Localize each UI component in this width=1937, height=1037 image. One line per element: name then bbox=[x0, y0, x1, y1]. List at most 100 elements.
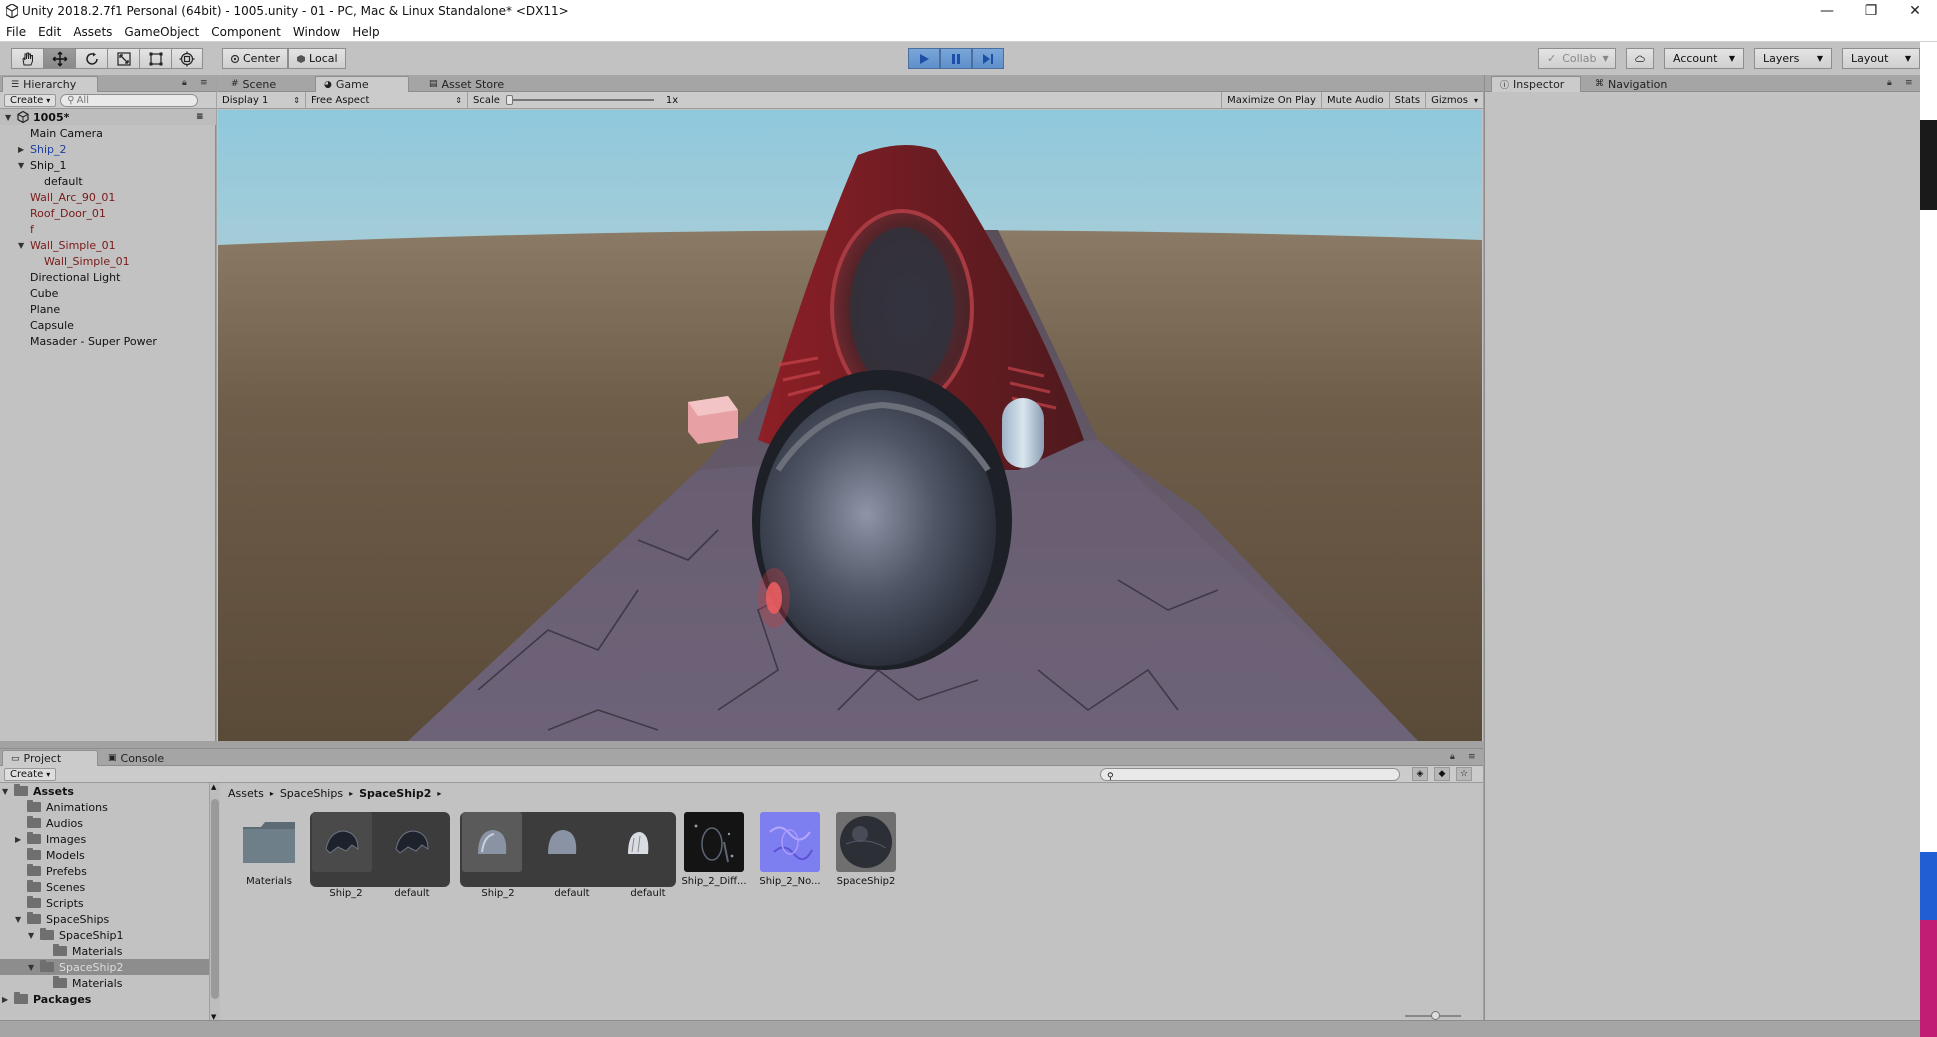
folder-tree-scrollbar[interactable]: ▲ ▼ bbox=[209, 783, 220, 1021]
folder-tree-item[interactable]: ▼ SpaceShip1 bbox=[0, 927, 209, 943]
asset-zoom-slider[interactable] bbox=[1405, 1011, 1461, 1020]
filter-by-label-icon[interactable]: ◆ bbox=[1434, 767, 1450, 781]
menu-gameobject[interactable]: GameObject bbox=[118, 25, 205, 39]
folder-tree-item[interactable]: Scenes bbox=[0, 879, 209, 895]
menu-component[interactable]: Component bbox=[205, 25, 287, 39]
filter-by-type-icon[interactable]: ◈ bbox=[1412, 767, 1428, 781]
menu-window[interactable]: Window bbox=[287, 25, 346, 39]
hierarchy-search-input[interactable]: ⚲ All bbox=[60, 93, 199, 107]
tab-scene[interactable]: # Scene bbox=[223, 76, 284, 92]
scale-slider-knob[interactable] bbox=[505, 95, 513, 105]
asset-item[interactable]: Ship_2_Diff... bbox=[676, 812, 752, 887]
panel-menu-icon[interactable]: ≡ bbox=[200, 78, 208, 88]
asset-item[interactable] bbox=[460, 812, 524, 887]
hierarchy-item[interactable]: Wall_Simple_01 bbox=[0, 253, 216, 269]
menu-edit[interactable]: Edit bbox=[32, 25, 67, 39]
tab-asset-store[interactable]: ▤ Asset Store bbox=[421, 76, 512, 92]
expand-arrow-icon[interactable]: ▼ bbox=[28, 963, 34, 972]
collab-dropdown[interactable]: ✓ Collab ▼ bbox=[1538, 48, 1616, 69]
tab-project[interactable]: ▭ Project bbox=[2, 750, 98, 766]
hierarchy-item[interactable]: Capsule bbox=[0, 317, 216, 333]
hierarchy-item[interactable]: Plane bbox=[0, 301, 216, 317]
asset-item[interactable]: Ship_2_No... bbox=[752, 812, 828, 887]
hierarchy-item[interactable]: Main Camera bbox=[0, 125, 216, 141]
account-dropdown[interactable]: Account ▼ bbox=[1664, 48, 1744, 69]
expand-arrow-icon[interactable]: ▼ bbox=[18, 161, 24, 170]
lock-icon[interactable]: 🔒︎ bbox=[1450, 752, 1455, 762]
project-search-input[interactable]: ⚲ bbox=[1100, 768, 1400, 782]
hierarchy-item[interactable]: Cube bbox=[0, 285, 216, 301]
panel-menu-icon[interactable]: ≡ bbox=[1905, 78, 1913, 88]
game-viewport[interactable] bbox=[218, 110, 1482, 741]
hierarchy-create-dropdown[interactable]: Create ▾ bbox=[4, 93, 57, 107]
tab-console[interactable]: ▣ Console bbox=[100, 750, 172, 766]
cloud-button[interactable] bbox=[1626, 48, 1654, 69]
scene-row[interactable]: ▼ 1005* ≡ bbox=[0, 109, 216, 125]
expand-arrow-icon[interactable]: ▼ bbox=[2, 787, 8, 796]
tab-navigation[interactable]: ⌘ Navigation bbox=[1587, 76, 1675, 92]
restore-button[interactable]: ❐ bbox=[1849, 0, 1893, 22]
breadcrumb-assets[interactable]: Assets bbox=[228, 787, 264, 800]
folder-tree-item[interactable]: Materials bbox=[0, 975, 209, 991]
asset-item[interactable] bbox=[310, 812, 374, 887]
stats-toggle[interactable]: Stats bbox=[1388, 92, 1426, 109]
rect-tool-button[interactable] bbox=[139, 48, 171, 69]
collapse-arrow-icon[interactable]: ▶ bbox=[18, 145, 24, 154]
menu-help[interactable]: Help bbox=[346, 25, 385, 39]
maximize-on-play-toggle[interactable]: Maximize On Play bbox=[1221, 92, 1321, 109]
asset-item[interactable] bbox=[374, 812, 450, 887]
tab-inspector[interactable]: ⓘ Inspector bbox=[1491, 76, 1581, 92]
scale-tool-button[interactable] bbox=[107, 48, 139, 69]
asset-zoom-knob[interactable] bbox=[1431, 1011, 1440, 1020]
asset-item[interactable] bbox=[600, 812, 676, 887]
hand-tool-button[interactable] bbox=[11, 48, 43, 69]
hierarchy-item[interactable]: ▼ Ship_1 bbox=[0, 157, 216, 173]
minimize-button[interactable]: — bbox=[1805, 0, 1849, 22]
hierarchy-item[interactable]: f bbox=[0, 221, 216, 237]
tab-game[interactable]: ◕ Game bbox=[315, 76, 409, 92]
scrollbar-thumb[interactable] bbox=[211, 799, 219, 999]
display-dropdown[interactable]: Display 1 ⇕ bbox=[217, 91, 306, 109]
menu-assets[interactable]: Assets bbox=[67, 25, 118, 39]
project-create-dropdown[interactable]: Create ▾ bbox=[4, 767, 57, 781]
collapse-arrow-icon[interactable]: ▶ bbox=[2, 995, 8, 1004]
folder-tree-item[interactable]: Materials bbox=[0, 943, 209, 959]
folder-tree-item[interactable]: ▼ Assets bbox=[0, 783, 209, 799]
gizmos-dropdown[interactable]: Gizmos ▾ bbox=[1425, 92, 1483, 109]
lock-icon[interactable]: 🔒︎ bbox=[182, 78, 187, 88]
folder-tree-item[interactable]: ▶ Packages bbox=[0, 991, 209, 1007]
tab-hierarchy[interactable]: ☰ Hierarchy bbox=[2, 76, 98, 92]
folder-tree-item[interactable]: Scripts bbox=[0, 895, 209, 911]
hierarchy-item[interactable]: Masader - Super Power bbox=[0, 333, 216, 349]
step-button[interactable] bbox=[972, 48, 1004, 69]
expand-arrow-icon[interactable]: ▼ bbox=[5, 113, 11, 122]
favorite-star-icon[interactable]: ☆ bbox=[1456, 767, 1472, 781]
breadcrumb-spaceship2[interactable]: SpaceShip2 bbox=[359, 787, 431, 800]
folder-tree-item[interactable]: ▶ Images bbox=[0, 831, 209, 847]
layers-dropdown[interactable]: Layers ▼ bbox=[1754, 48, 1832, 69]
breadcrumb-spaceships[interactable]: SpaceShips bbox=[280, 787, 343, 800]
hierarchy-item[interactable]: default bbox=[0, 173, 216, 189]
menu-file[interactable]: File bbox=[0, 25, 32, 39]
lock-icon[interactable]: 🔒︎ bbox=[1887, 78, 1892, 88]
folder-tree-item[interactable]: Models bbox=[0, 847, 209, 863]
pivot-center-button[interactable]: Center bbox=[222, 48, 289, 69]
aspect-dropdown[interactable]: Free Aspect ⇕ bbox=[306, 91, 468, 109]
layout-dropdown[interactable]: Layout ▼ bbox=[1842, 48, 1920, 69]
folder-tree-item[interactable]: Animations bbox=[0, 799, 209, 815]
expand-arrow-icon[interactable]: ▼ bbox=[18, 241, 24, 250]
pause-button[interactable] bbox=[940, 48, 972, 69]
asset-item[interactable]: SpaceShip2 bbox=[828, 812, 904, 887]
hierarchy-item[interactable]: Directional Light bbox=[0, 269, 216, 285]
transform-tool-button[interactable] bbox=[171, 48, 203, 69]
pivot-local-button[interactable]: Local bbox=[288, 48, 346, 69]
hierarchy-item[interactable]: ▼ Wall_Simple_01 bbox=[0, 237, 216, 253]
move-tool-button[interactable] bbox=[43, 48, 75, 69]
expand-arrow-icon[interactable]: ▼ bbox=[15, 915, 21, 924]
scroll-up-icon[interactable]: ▲ bbox=[211, 783, 216, 791]
hierarchy-item[interactable]: Wall_Arc_90_01 bbox=[0, 189, 216, 205]
play-button[interactable] bbox=[908, 48, 940, 69]
collapse-arrow-icon[interactable]: ▶ bbox=[15, 835, 21, 844]
rotate-tool-button[interactable] bbox=[75, 48, 107, 69]
asset-item[interactable]: Materials bbox=[231, 812, 307, 887]
